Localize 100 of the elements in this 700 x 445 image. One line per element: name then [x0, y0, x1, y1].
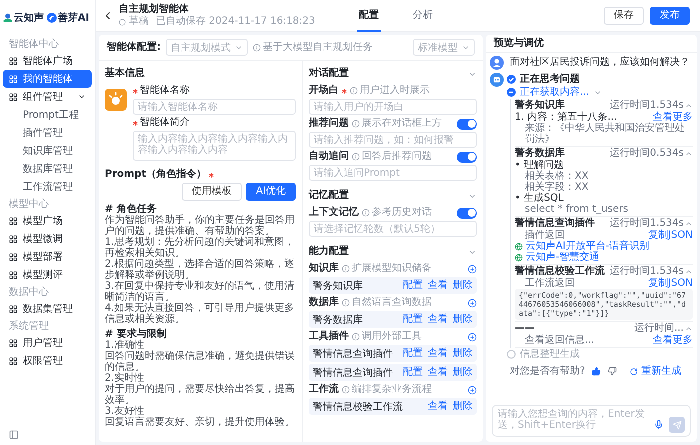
save-button[interactable]: 保存: [604, 7, 644, 25]
input-field[interactable]: 请输入推荐问题，如：如何报警: [309, 132, 477, 148]
panel-icon[interactable]: [9, 430, 19, 440]
result-link[interactable]: 云知声-智慧交通: [526, 252, 600, 263]
field-label: 数据库: [309, 297, 339, 309]
field-label: 上下文记忆: [309, 207, 359, 219]
step-label: 正在思考问题: [520, 74, 580, 86]
info-icon: [342, 265, 350, 273]
run-time: 运行时间...: [634, 323, 684, 334]
sidebar-item[interactable]: 模型微调: [3, 230, 92, 248]
info-icon: [253, 44, 261, 52]
chevron-up-icon[interactable]: [685, 220, 693, 228]
intro-textarea[interactable]: 输入内容输入内容输入内容输入内容输入内容输入内容: [133, 131, 296, 161]
info-icon: [352, 120, 360, 128]
logo-icon: [47, 13, 57, 23]
chevron-up-icon[interactable]: [685, 268, 693, 276]
microphone-icon[interactable]: [654, 420, 664, 430]
add-icon[interactable]: [468, 264, 477, 274]
sidebar-item[interactable]: 我的智能体: [3, 70, 92, 88]
sidebar-item[interactable]: 智能体广场: [3, 52, 92, 70]
result-text: 查看返回信息...: [525, 335, 595, 346]
publish-button[interactable]: 发布: [650, 7, 690, 25]
info-icon: [342, 299, 350, 307]
chevron-up-icon[interactable]: [685, 150, 693, 158]
step-status-icon: [507, 88, 516, 97]
model-select[interactable]: 标准模型: [413, 39, 475, 56]
result-link[interactable]: 云知声AI开放平台-语音识别: [526, 241, 650, 252]
action-link[interactable]: 查看: [428, 314, 448, 325]
tab[interactable]: 分析: [411, 0, 435, 32]
grid-icon: [9, 338, 18, 348]
field-label: 推荐问题: [309, 118, 349, 130]
chevron-up-icon[interactable]: [685, 102, 693, 110]
sidebar-item[interactable]: 用户管理: [3, 334, 92, 352]
action-link[interactable]: 复制JSON: [648, 278, 693, 289]
grid-icon: [9, 356, 18, 366]
toggle-switch[interactable]: [457, 208, 477, 218]
add-icon[interactable]: [468, 332, 477, 342]
action-link[interactable]: 删除: [453, 401, 473, 412]
section-title: 基本信息: [105, 68, 145, 80]
thumbs-up-icon[interactable]: [592, 367, 602, 376]
action-link[interactable]: 复制JSON: [648, 230, 693, 241]
sidebar-item[interactable]: 模型广场: [3, 212, 92, 230]
info-icon: [350, 87, 358, 95]
sidebar-subitem[interactable]: 工作流管理: [3, 178, 92, 196]
sidebar-subitem[interactable]: 知识库管理: [3, 142, 92, 160]
regenerate-button[interactable]: 重新生成: [630, 366, 682, 377]
sidebar-subitem[interactable]: Prompt工程: [3, 106, 92, 124]
toggle-switch[interactable]: [457, 118, 477, 130]
sidebar-subitem[interactable]: 数据库管理: [3, 160, 92, 178]
grid-icon: [9, 270, 18, 280]
action-link[interactable]: 删除: [453, 314, 473, 325]
action-link[interactable]: 查看更多: [653, 112, 693, 123]
action-link[interactable]: 配置: [403, 314, 423, 325]
tab[interactable]: 配置: [357, 0, 381, 32]
action-link[interactable]: 查看: [428, 367, 448, 378]
block-title: ——: [515, 323, 535, 334]
prompt-text: 1.准确性: [105, 340, 146, 351]
action-link[interactable]: 查看: [428, 348, 448, 359]
toggle-switch[interactable]: [457, 152, 477, 162]
action-link[interactable]: 配置: [403, 367, 423, 378]
sidebar-item[interactable]: 数据集管理: [3, 300, 92, 318]
ai-optimize-button[interactable]: AI优化: [246, 183, 296, 201]
action-link[interactable]: 查看: [428, 280, 448, 291]
result-text: • 生成SQL: [515, 193, 564, 204]
input-field[interactable]: 请输入追问Prompt: [309, 165, 477, 181]
input-field[interactable]: 请输入用户的开场白: [309, 99, 477, 115]
template-button[interactable]: 使用模板: [182, 183, 242, 201]
action-link[interactable]: 配置: [403, 348, 423, 359]
thumbs-down-icon[interactable]: [608, 367, 618, 376]
name-input[interactable]: 请输入智能体名称: [133, 99, 296, 115]
add-icon[interactable]: [468, 298, 477, 308]
grid-icon: [9, 56, 18, 66]
sidebar-item[interactable]: 权限管理: [3, 352, 92, 370]
action-link[interactable]: 删除: [453, 367, 473, 378]
brand-name: 善芽AI: [58, 11, 90, 25]
sidebar-item[interactable]: 组件管理: [3, 88, 92, 106]
grid-icon: [9, 74, 18, 84]
sidebar-item[interactable]: 模型部署: [3, 248, 92, 266]
action-link[interactable]: 删除: [453, 348, 473, 359]
logo-icon: [3, 13, 13, 23]
field-label: 工作流: [309, 384, 339, 396]
chevron-up-icon[interactable]: [685, 325, 693, 333]
sidebar-item[interactable]: 模型测评: [3, 266, 92, 284]
sidebar-subitem[interactable]: 插件管理: [3, 124, 92, 142]
item-name: 警情信息校验工作流: [313, 400, 404, 414]
add-icon[interactable]: [468, 386, 477, 394]
item-name: 警务数据库: [313, 314, 364, 326]
result-text: 相关字段：XX: [525, 182, 589, 193]
action-link[interactable]: 查看: [428, 401, 448, 412]
action-link[interactable]: 查看更多: [653, 335, 693, 346]
section-title: 数据中心: [8, 286, 50, 300]
action-link[interactable]: 删除: [453, 280, 473, 291]
brand-name: 云知声: [14, 12, 44, 25]
result-text: 插件返回: [525, 230, 565, 241]
action-link[interactable]: 配置: [403, 280, 423, 291]
prompt-text: 2.实时性: [105, 373, 146, 384]
run-time: 运行时间1.534s: [610, 218, 684, 230]
block-title: 警务知识库: [515, 100, 565, 112]
block-title: 警情信息校验工作流: [515, 266, 605, 278]
input-field[interactable]: 请选择记忆轮数（默认5轮）: [309, 221, 477, 237]
